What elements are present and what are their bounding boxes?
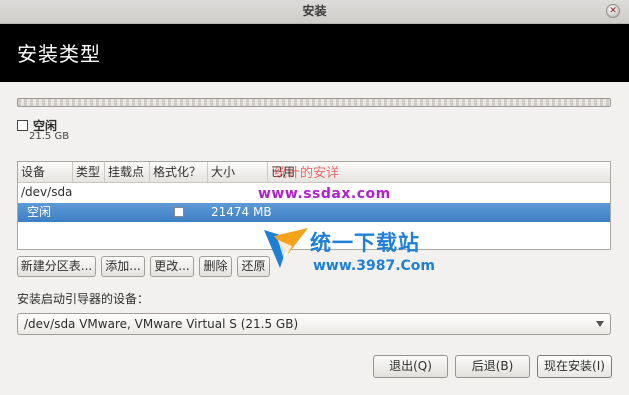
back-button[interactable]: 后退(B) (455, 355, 530, 378)
watermark-url: www.ssdax.com (258, 186, 391, 202)
column-header-device[interactable]: 设备 (18, 162, 73, 182)
bootloader-device-select[interactable]: /dev/sda VMware, VMware Virtual S (21.5 … (17, 313, 611, 335)
window-titlebar: 安装 ✕ (0, 0, 629, 24)
chevron-down-icon (596, 321, 604, 327)
watermark-text: 统计的安详 (274, 166, 340, 181)
table-row[interactable]: 空闲 21474 MB (18, 203, 610, 222)
device-cell: /dev/sda (21, 185, 73, 199)
add-partition-button[interactable]: 添加... (101, 256, 145, 277)
watermark-url-2: www.3987.Com (313, 258, 435, 274)
legend-swatch (17, 120, 28, 131)
format-checkbox[interactable] (174, 207, 184, 217)
legend-size: 21.5 GB (29, 131, 70, 142)
column-header-type[interactable]: 类型 (73, 162, 105, 182)
close-button[interactable]: ✕ (606, 4, 620, 18)
column-header-size[interactable]: 大小 (208, 162, 268, 182)
window-title: 安装 (302, 4, 327, 18)
quit-button[interactable]: 退出(Q) (373, 355, 448, 378)
column-header-mount[interactable]: 挂载点 (105, 162, 150, 182)
page-title: 安装类型 (17, 42, 101, 66)
change-partition-button[interactable]: 更改... (150, 256, 194, 277)
watermark-logo-icon (264, 228, 308, 268)
column-header-format[interactable]: 格式化？ (150, 162, 208, 182)
watermark-brand: 统一下载站 (310, 231, 420, 255)
install-now-button[interactable]: 现在安装(I) (537, 355, 612, 378)
size-cell: 21474 MB (211, 205, 272, 219)
new-partition-table-button[interactable]: 新建分区表... (17, 256, 96, 277)
delete-partition-button[interactable]: 删除 (199, 256, 232, 277)
page-header: 安装类型 (0, 24, 629, 82)
partition-bar (17, 98, 611, 107)
bootloader-label: 安装启动引导器的设备： (17, 292, 150, 306)
close-icon: ✕ (609, 6, 617, 16)
bootloader-selected-value: /dev/sda VMware, VMware Virtual S (21.5 … (24, 317, 299, 331)
device-cell: 空闲 (27, 205, 52, 219)
